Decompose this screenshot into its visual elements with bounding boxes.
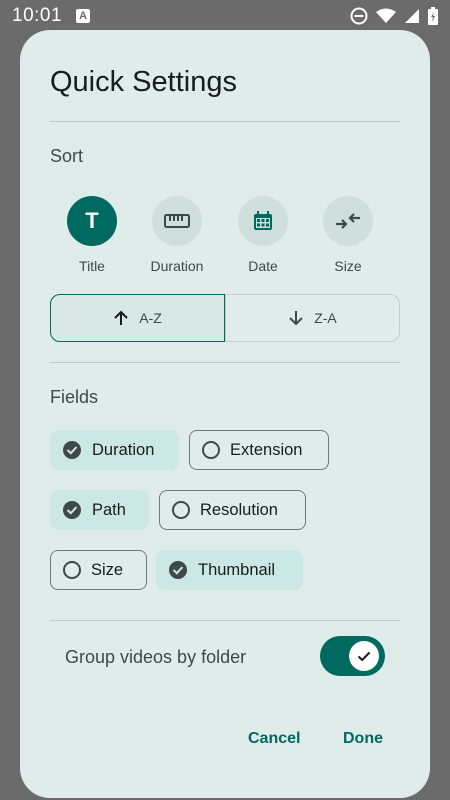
fields-section-label: Fields	[50, 387, 99, 407]
group-by-folder-label: Group videos by folder	[65, 647, 247, 667]
chip-size[interactable]: Size	[50, 550, 147, 590]
check-circle-icon	[63, 501, 81, 519]
divider	[50, 121, 400, 122]
sort-option-date[interactable]: Date	[223, 196, 303, 274]
signal-icon	[405, 9, 419, 23]
dialog-title: Quick Settings	[50, 66, 237, 98]
wifi-icon	[376, 8, 396, 23]
calendar-icon	[254, 211, 272, 230]
sort-order-segmented: A-Z Z-A	[50, 294, 400, 342]
cancel-button[interactable]: Cancel	[248, 730, 300, 748]
notification-badge: A	[76, 9, 91, 23]
status-bar: 10:01 A	[0, 0, 450, 32]
status-time: 10:01	[12, 5, 63, 26]
radio-unchecked-icon	[172, 501, 190, 519]
radio-unchecked-icon	[202, 441, 220, 459]
group-by-folder-toggle[interactable]	[320, 636, 385, 676]
arrow-down-icon	[289, 311, 303, 326]
sort-option-title[interactable]: T Title	[52, 196, 132, 274]
order-z-a-button[interactable]: Z-A	[225, 295, 399, 341]
chip-extension[interactable]: Extension	[189, 430, 329, 470]
compress-icon	[336, 213, 360, 229]
dnd-icon	[350, 7, 368, 25]
battery-icon	[428, 7, 438, 25]
check-circle-icon	[63, 441, 81, 459]
check-circle-icon	[169, 561, 187, 579]
toggle-knob	[349, 641, 379, 671]
chip-duration[interactable]: Duration	[50, 430, 179, 470]
sort-section-label: Sort	[50, 146, 84, 166]
chip-thumbnail[interactable]: Thumbnail	[156, 550, 303, 590]
sort-option-size[interactable]: Size	[308, 196, 388, 274]
sort-option-duration[interactable]: Duration	[137, 196, 217, 274]
arrow-up-icon	[114, 310, 128, 325]
order-a-z-button[interactable]: A-Z	[50, 294, 225, 342]
check-icon	[357, 651, 371, 662]
title-T-icon: T	[85, 208, 99, 233]
radio-unchecked-icon	[63, 561, 81, 579]
quick-settings-dialog: Quick Settings Sort T Title Duration Dat…	[20, 30, 430, 798]
ruler-icon	[164, 214, 190, 228]
divider	[50, 620, 400, 621]
chip-path[interactable]: Path	[50, 490, 149, 530]
chip-resolution[interactable]: Resolution	[159, 490, 306, 530]
done-button[interactable]: Done	[343, 730, 383, 748]
divider	[50, 362, 400, 363]
